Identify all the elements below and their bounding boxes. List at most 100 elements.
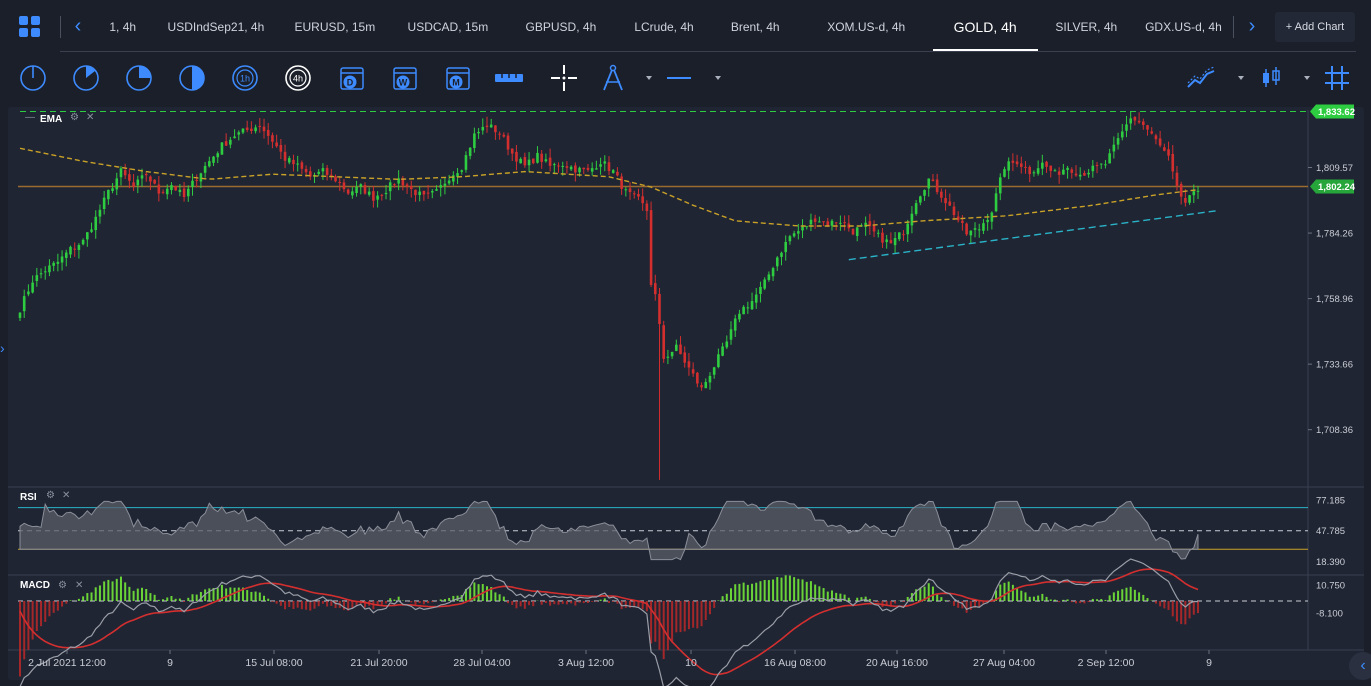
- candle: [128, 174, 131, 181]
- candle: [1154, 135, 1158, 140]
- candle: [628, 188, 632, 193]
- candle: [632, 193, 636, 195]
- candle: [818, 221, 821, 223]
- candle: [523, 156, 527, 166]
- candle: [170, 185, 173, 191]
- candle: [502, 134, 506, 137]
- macd-label: MACD: [20, 580, 50, 591]
- candle: [712, 367, 716, 375]
- candle: [485, 125, 489, 127]
- candle: [729, 329, 733, 340]
- candle: [94, 216, 98, 231]
- candle: [687, 361, 691, 368]
- candle: [1066, 167, 1069, 170]
- left-panel-arrow-icon[interactable]: ›: [0, 340, 5, 356]
- candle: [372, 191, 375, 201]
- candle: [1125, 124, 1128, 131]
- candle: [885, 239, 888, 243]
- candle: [1091, 165, 1095, 172]
- x-tick-label: 27 Aug 04:00: [973, 657, 1035, 669]
- candle: [603, 161, 607, 164]
- candle: [557, 165, 560, 167]
- candle: [746, 307, 750, 309]
- rsi-tick-label: 18.390: [1316, 557, 1345, 568]
- candle: [1020, 163, 1023, 167]
- candle: [1158, 138, 1162, 146]
- candle: [1142, 121, 1145, 125]
- candle: [460, 170, 464, 172]
- candle: [195, 179, 198, 181]
- candle: [447, 180, 451, 184]
- candle: [1196, 190, 1200, 192]
- candle: [965, 223, 968, 235]
- candle: [43, 271, 47, 273]
- candle: [599, 164, 602, 167]
- candle: [780, 252, 783, 257]
- candle: [1036, 168, 1040, 174]
- settings-icon[interactable]: ⚙: [58, 580, 67, 591]
- close-icon[interactable]: ✕: [86, 112, 94, 123]
- candle: [952, 206, 956, 216]
- close-icon[interactable]: ✕: [62, 490, 70, 501]
- candle: [27, 291, 30, 295]
- settings-icon[interactable]: ⚙: [46, 490, 55, 501]
- candle: [855, 227, 859, 237]
- candle: [616, 171, 619, 176]
- collapse-icon[interactable]: —: [25, 112, 35, 123]
- candle: [481, 126, 485, 131]
- candle: [52, 262, 55, 266]
- candle: [1150, 131, 1154, 134]
- candle: [733, 318, 737, 331]
- candle: [830, 220, 834, 226]
- candle: [363, 185, 367, 194]
- candle: [1083, 172, 1086, 176]
- candle: [165, 188, 169, 195]
- candle: [1129, 118, 1132, 124]
- candle: [431, 191, 434, 193]
- candle: [1049, 165, 1053, 171]
- candle: [994, 193, 998, 212]
- candle: [531, 158, 535, 164]
- candle: [338, 181, 342, 183]
- expand-panel-icon[interactable]: ‹: [1349, 652, 1371, 680]
- candle: [86, 232, 89, 240]
- candle: [1167, 149, 1170, 156]
- candle: [77, 245, 81, 250]
- candle: [1024, 166, 1027, 168]
- candle: [393, 184, 396, 186]
- candle: [1116, 138, 1120, 145]
- candle: [18, 312, 22, 318]
- candle: [759, 286, 762, 294]
- candle: [351, 191, 354, 196]
- candle: [561, 165, 565, 167]
- candle: [90, 229, 93, 232]
- candle: [940, 191, 943, 198]
- candle: [506, 135, 510, 150]
- candle: [216, 153, 220, 158]
- candle: [1146, 125, 1149, 130]
- candle: [422, 190, 426, 195]
- candle: [1179, 184, 1183, 197]
- candle: [704, 381, 708, 389]
- close-icon[interactable]: ✕: [75, 580, 83, 591]
- candle: [902, 234, 905, 236]
- candle: [1104, 164, 1107, 166]
- candle: [872, 225, 876, 232]
- candle: [670, 351, 674, 357]
- candle: [376, 195, 379, 200]
- candle: [691, 369, 695, 374]
- candle: [334, 176, 337, 182]
- settings-icon[interactable]: ⚙: [70, 112, 79, 123]
- candle: [662, 325, 665, 359]
- candle: [590, 168, 594, 172]
- y-tick-label: 1,758.96: [1316, 294, 1353, 305]
- candle: [801, 226, 804, 231]
- x-tick-label: 20 Aug 16:00: [866, 657, 928, 669]
- candle: [519, 158, 522, 164]
- candle: [208, 161, 211, 167]
- candle: [536, 152, 539, 163]
- candle: [212, 156, 215, 163]
- candle: [1171, 153, 1175, 172]
- candle: [1184, 198, 1187, 203]
- price-chart[interactable]: 1,809.57 1,784.26 1,758.96 1,733.66 1,708.36…: [0, 0, 1371, 686]
